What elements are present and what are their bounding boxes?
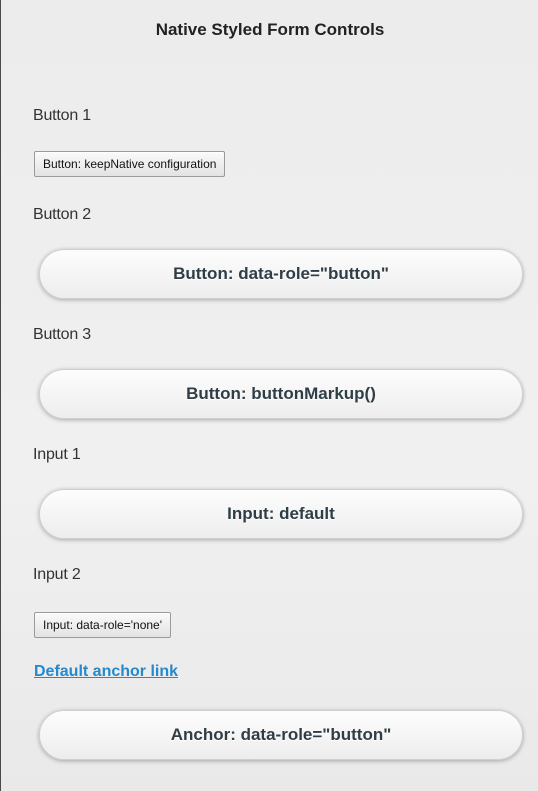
data-role-button[interactable]: Button: data-role="button": [39, 249, 523, 299]
button3-label: Button 3: [33, 326, 92, 343]
default-input-button[interactable]: Input: default: [39, 489, 523, 539]
page-frame: Native Styled Form Controls Button 1 But…: [0, 0, 538, 791]
data-role-none-input[interactable]: Input: data-role='none': [34, 612, 172, 638]
default-anchor-link[interactable]: Default anchor link: [34, 663, 178, 681]
button1-label: Button 1: [33, 107, 92, 124]
button2-label: Button 2: [33, 206, 92, 223]
buttonmarkup-button[interactable]: Button: buttonMarkup(): [39, 369, 523, 419]
input1-label: Input 1: [33, 446, 81, 463]
keepnative-button[interactable]: Button: keepNative configuration: [34, 151, 226, 177]
input2-label: Input 2: [33, 566, 81, 583]
anchor-data-role-button[interactable]: Anchor: data-role="button": [39, 710, 523, 760]
page-title: Native Styled Form Controls: [155, 20, 385, 39]
